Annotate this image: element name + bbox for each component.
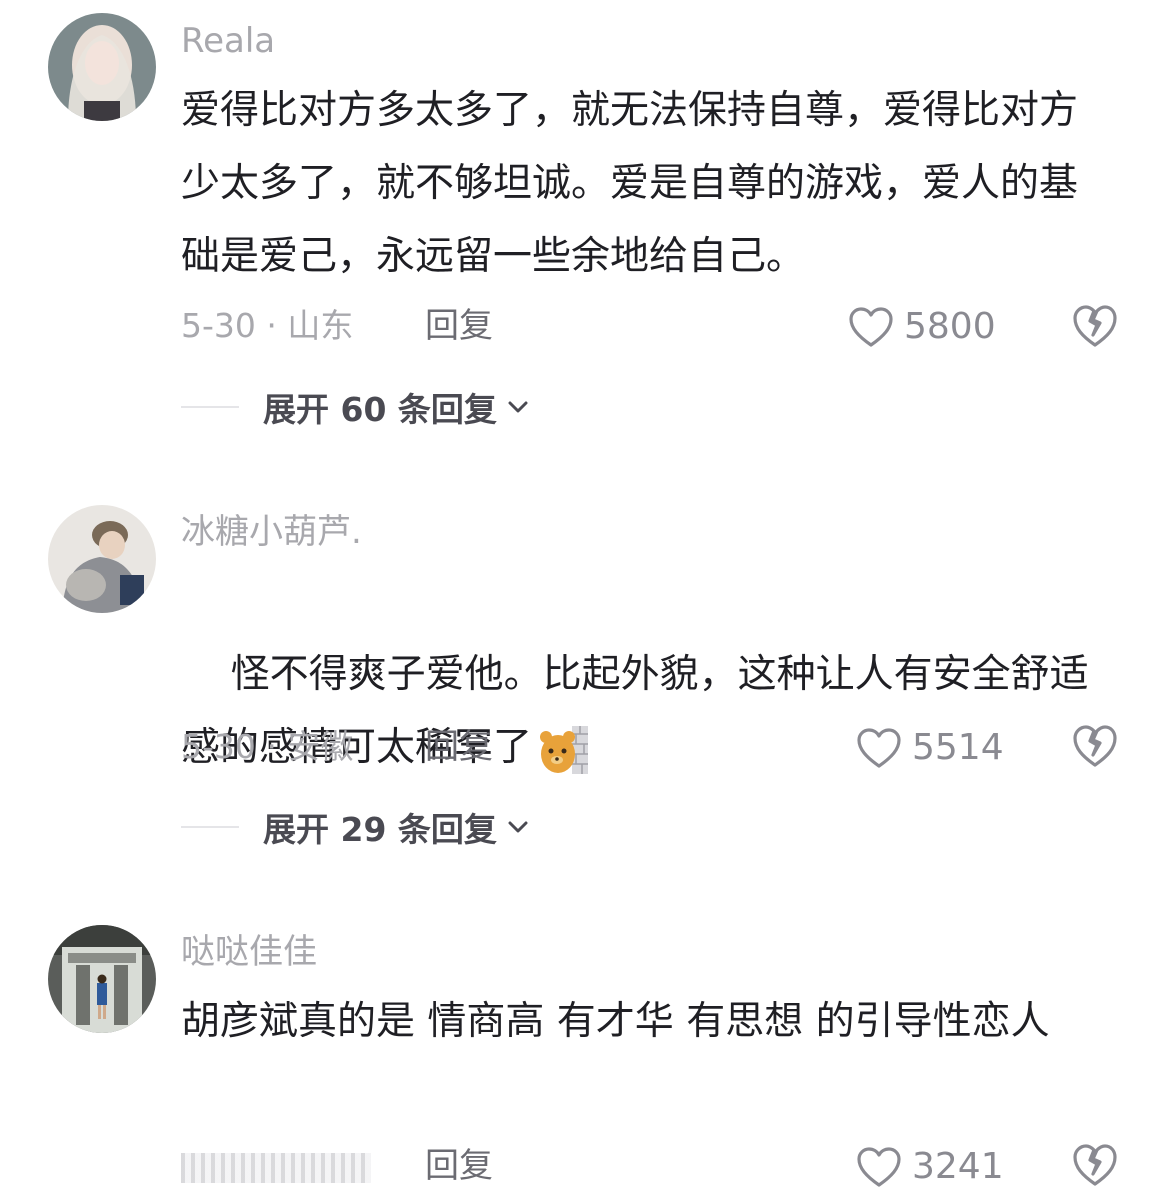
comment-meta <box>181 1146 371 1186</box>
expand-replies-button[interactable]: 展开 60 条回复 <box>181 387 531 429</box>
broken-heart-icon[interactable] <box>1072 1142 1118 1188</box>
avatar[interactable] <box>48 925 156 1033</box>
expand-replies-label: 展开 60 条回复 <box>263 390 497 429</box>
like-button[interactable]: 3241 <box>856 1146 1004 1188</box>
avatar[interactable] <box>48 13 156 121</box>
avatar[interactable] <box>48 505 156 613</box>
heart-outline-icon <box>857 728 901 768</box>
expand-replies-button[interactable]: 展开 29 条回复 <box>181 807 531 849</box>
divider <box>181 406 239 408</box>
broken-heart-icon[interactable] <box>1072 303 1118 349</box>
comment-text: 爱得比对方多太多了，就无法保持自尊，爱得比对方少太多了，就不够坦诚。爱是自尊的游… <box>181 88 1079 279</box>
username[interactable]: Reala <box>181 21 275 61</box>
chevron-down-icon <box>508 401 528 413</box>
chevron-down-icon <box>508 821 528 833</box>
comment-meta: 5-30 · 山东 <box>181 306 354 345</box>
reply-button[interactable]: 回复 <box>425 1146 493 1186</box>
heart-outline-icon <box>849 307 893 347</box>
like-count: 5800 <box>904 306 996 347</box>
expand-replies-label: 展开 29 条回复 <box>263 810 497 849</box>
divider <box>181 826 239 828</box>
like-button[interactable]: 5514 <box>856 727 1004 769</box>
blurred-date <box>181 1152 371 1183</box>
like-count: 5514 <box>912 727 1004 768</box>
like-button[interactable]: 5800 <box>848 306 996 348</box>
comment-text: 胡彦斌真的是 情商高 有才华 有思想 的引导性恋人 <box>181 999 1050 1044</box>
reply-button[interactable]: 回复 <box>425 727 493 767</box>
heart-outline-icon <box>857 1147 901 1187</box>
username[interactable]: 冰糖小葫芦. <box>181 512 362 552</box>
bear-peeking-wall-emoji <box>540 725 589 774</box>
username[interactable]: 哒哒佳佳 <box>181 932 317 972</box>
broken-heart-icon[interactable] <box>1072 723 1118 769</box>
reply-button[interactable]: 回复 <box>425 306 493 346</box>
comment-meta: 5-30 · 安徽 <box>181 727 354 766</box>
like-count: 3241 <box>912 1146 1004 1187</box>
